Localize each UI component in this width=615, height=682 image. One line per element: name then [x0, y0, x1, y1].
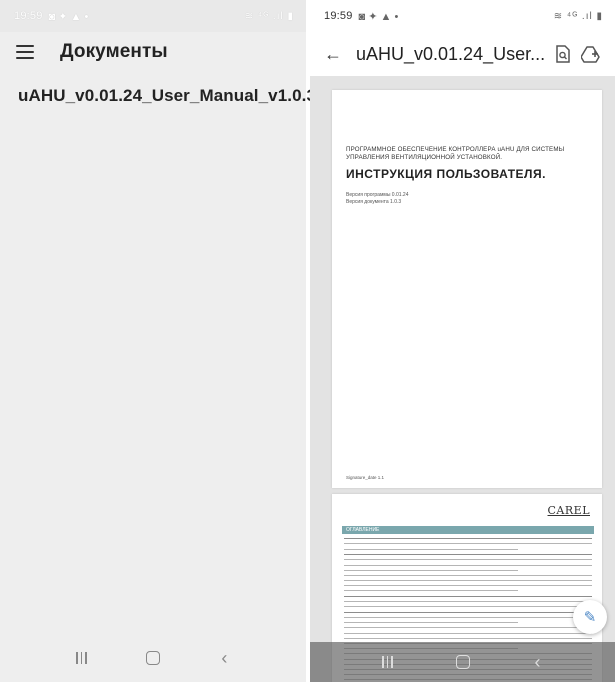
page-header-text: ПРОГРАММНОЕ ОБЕСПЕЧЕНИЕ КОНТРОЛЛЕРА uAHU…	[346, 146, 565, 161]
document-title: uAHU_v0.01.24_User...	[356, 43, 546, 64]
version-info: Версия программы 0.01.24 Версия документ…	[346, 192, 408, 206]
app-bar: Документы	[0, 32, 306, 72]
document-list-item[interactable]: uAHU_v0.01.24_User_Manual_v1.0.3	[0, 72, 316, 120]
system-nav-bar: ‹	[310, 642, 615, 682]
pdf-page-1: ПРОГРАММНОЕ ОБЕСПЕЧЕНИЕ КОНТРОЛЛЕРА uAHU…	[332, 90, 602, 488]
status-time: 19:59	[324, 10, 353, 22]
recents-icon[interactable]	[373, 655, 403, 669]
documents-screen: 19:59 ◙ ✦ ▲ • ≋ ⁴ᴳ .ıl ▮ Документы uAHU_…	[0, 0, 316, 682]
version-document: Версия документа 1.0.3	[346, 199, 402, 205]
status-bar: 19:59 ◙ ✦ ▲ • ≋ ⁴ᴳ .ıl ▮	[0, 0, 306, 32]
page-main-title: ИНСТРУКЦИЯ ПОЛЬЗОВАТЕЛЯ.	[346, 167, 546, 181]
status-bar: 19:59 ◙ ✦ ▲ • ≋ ⁴ᴳ .ıl ▮	[310, 0, 615, 32]
page-footer: Signature_date 1.1	[346, 475, 385, 480]
system-nav-bar: ‹	[0, 634, 306, 682]
viewer-app-bar: ← uAHU_v0.01.24_User...	[310, 32, 615, 76]
edit-fab-button[interactable]: ✎	[573, 600, 607, 634]
home-button[interactable]	[138, 651, 168, 665]
more-options-icon[interactable]	[611, 43, 615, 65]
home-icon	[145, 651, 160, 665]
recents-icon[interactable]	[67, 651, 97, 665]
home-button[interactable]	[448, 655, 478, 669]
search-document-icon[interactable]	[555, 43, 571, 65]
back-icon[interactable]: ‹	[523, 652, 553, 673]
notification-icons: ◙ ✦ ▲ •	[358, 10, 399, 23]
pencil-icon: ✎	[583, 609, 597, 626]
notification-icons: ◙ ✦ ▲ •	[48, 10, 89, 23]
back-arrow-icon[interactable]: ←	[324, 44, 342, 65]
menu-icon[interactable]	[16, 45, 34, 59]
status-time: 19:59	[14, 10, 43, 22]
brand-logo: CAREL	[547, 504, 590, 517]
version-program: Версия программы 0.01.24	[346, 192, 409, 198]
back-icon[interactable]: ‹	[209, 648, 239, 669]
signal-battery-icons: ≋ ⁴ᴳ .ıl ▮	[244, 10, 294, 22]
toc-heading: ОГЛАВЛЕНИЕ	[346, 527, 380, 533]
signal-battery-icons: ≋ ⁴ᴳ .ıl ▮	[553, 10, 603, 22]
pdf-viewer-screen: 19:59 ◙ ✦ ▲ • ≋ ⁴ᴳ .ıl ▮ ← uAHU_v0.01.24…	[310, 0, 615, 682]
page-title: Документы	[60, 41, 168, 62]
document-viewer[interactable]: ПРОГРАММНОЕ ОБЕСПЕЧЕНИЕ КОНТРОЛЛЕРА uAHU…	[310, 76, 615, 682]
drive-add-icon[interactable]	[581, 43, 601, 65]
home-icon	[455, 655, 470, 669]
toc-heading-band: ОГЛАВЛЕНИЕ	[342, 526, 594, 534]
